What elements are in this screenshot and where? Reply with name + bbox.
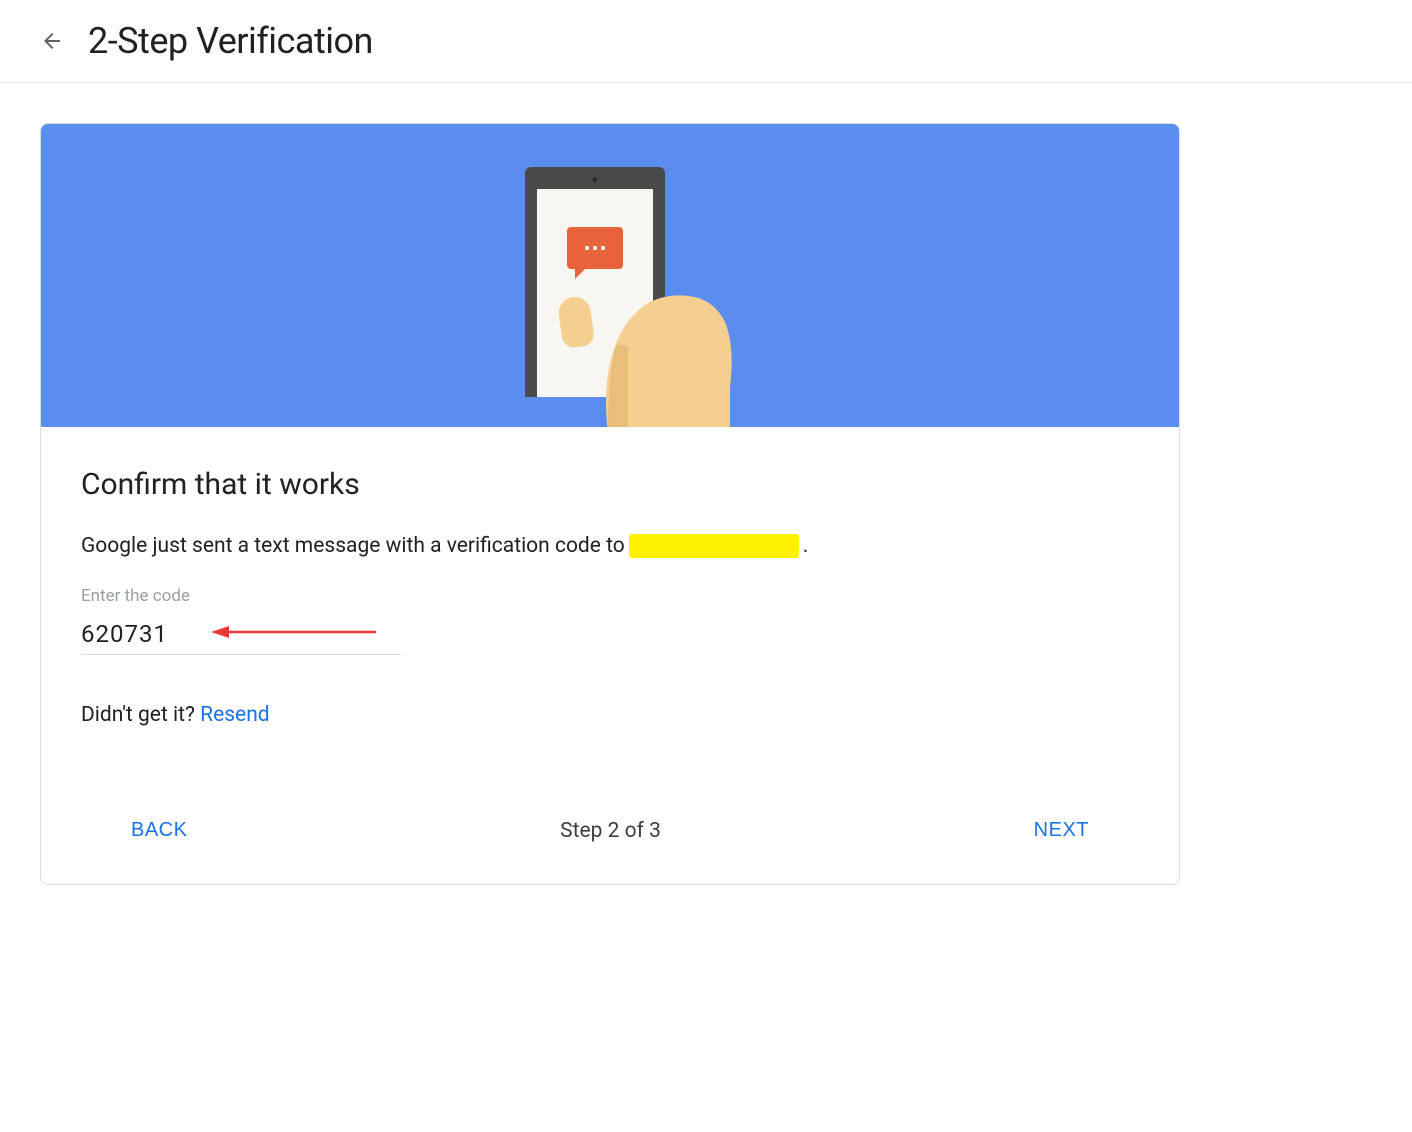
resend-prompt: Didn't get it? xyxy=(81,703,200,727)
code-input-label: Enter the code xyxy=(81,586,1139,606)
hero-banner xyxy=(41,124,1179,427)
page-header: 2-Step Verification xyxy=(0,0,1412,83)
card-description: Google just sent a text message with a v… xyxy=(81,534,1139,558)
back-arrow-icon[interactable] xyxy=(40,29,64,53)
phone-illustration xyxy=(510,167,710,427)
verification-code-input[interactable] xyxy=(81,614,401,655)
code-input-wrapper xyxy=(81,614,401,655)
description-suffix: . xyxy=(803,534,809,558)
card-heading: Confirm that it works xyxy=(81,467,1139,502)
footer-row: BACK Step 2 of 3 NEXT xyxy=(81,807,1139,854)
back-button[interactable]: BACK xyxy=(131,807,187,854)
redacted-phone-number xyxy=(629,534,799,558)
hand-icon xyxy=(570,247,740,427)
card-body: Confirm that it works Google just sent a… xyxy=(41,427,1179,884)
next-button[interactable]: NEXT xyxy=(1034,807,1089,854)
step-indicator: Step 2 of 3 xyxy=(560,819,661,843)
page-title: 2-Step Verification xyxy=(88,20,373,62)
resend-link[interactable]: Resend xyxy=(200,703,270,727)
description-text: Google just sent a text message with a v… xyxy=(81,534,625,558)
resend-row: Didn't get it? Resend xyxy=(81,703,1139,727)
verification-card: Confirm that it works Google just sent a… xyxy=(40,123,1180,885)
